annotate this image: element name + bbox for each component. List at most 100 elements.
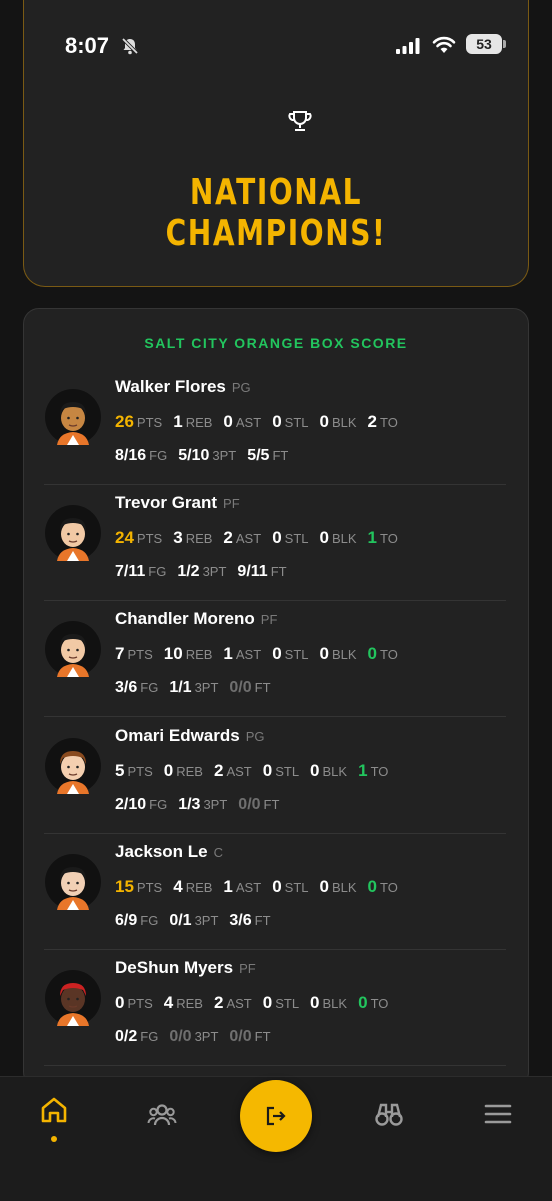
stat-reb: 1 REB: [173, 412, 212, 432]
stat-pts-label: PTS: [127, 764, 153, 779]
player-row[interactable]: Walker Flores PG 26 PTS 1 REB 0 AST 0 STL 0 BLK 2 TO 8…: [24, 369, 528, 485]
stat-pts-label: PTS: [136, 531, 163, 546]
shot-tpt: 1/2 3PT: [177, 563, 226, 581]
stat-to: 1 TO: [358, 761, 388, 781]
stat-stl-value: 0: [272, 644, 282, 663]
stat-stl-value: 0: [272, 412, 282, 431]
home-icon[interactable]: [39, 1095, 69, 1125]
stat-stl: 0 STL: [263, 993, 299, 1013]
stat-to-label: TO: [380, 647, 398, 662]
stat-ast-label: AST: [235, 880, 262, 895]
stat-to-value: 0: [367, 877, 378, 896]
player-row[interactable]: DeShun Myers PF 0 PTS 4 REB 2 AST 0 STL 0 BLK 0 TO 0/2…: [24, 950, 528, 1066]
stat-reb-value: 1: [173, 412, 183, 431]
stat-ast: 1 AST: [223, 644, 261, 664]
player-stats: 24 PTS 3 REB 2 AST 0 STL 0 BLK 1 TO: [115, 528, 409, 548]
shot-tpt-label: 3PT: [202, 564, 227, 579]
stat-stl: 0 STL: [272, 644, 308, 664]
team-icon[interactable]: [147, 1100, 177, 1130]
stat-ast: 2 AST: [214, 761, 252, 781]
menu-icon[interactable]: [483, 1099, 513, 1129]
player-stats: 5 PTS 0 REB 2 AST 0 STL 0 BLK 1 TO: [115, 761, 399, 781]
player-position: PF: [223, 496, 240, 511]
shot-fg-label: FG: [149, 448, 168, 463]
shot-fg-label: FG: [140, 913, 159, 928]
player-row[interactable]: Jackson Le C 15 PTS 4 REB 1 AST 0 STL 0 BLK 0 TO 6/9 FG…: [24, 834, 528, 950]
player-avatar: [45, 854, 101, 910]
stat-blk: 0 BLK: [320, 412, 357, 432]
shot-tpt-label: 3PT: [212, 448, 237, 463]
shot-ft: 0/0 FT: [238, 796, 279, 814]
stat-blk-label: BLK: [322, 996, 348, 1011]
stat-stl-value: 0: [262, 761, 273, 780]
player-row[interactable]: Chandler Moreno PF 7 PTS 10 REB 1 AST 0 STL 0 BLK 0 T…: [24, 601, 528, 717]
hero-card: 8:07 53 NATIONAL CHAMPIONS!: [23, 0, 529, 287]
player-avatar: [45, 505, 101, 561]
wifi-icon: [432, 36, 456, 53]
shot-fg: 3/6 FG: [115, 679, 158, 697]
shot-fg-label: FG: [140, 1029, 159, 1044]
stat-pts-value: 0: [115, 993, 125, 1012]
hero-title: NATIONAL CHAMPIONS!: [165, 172, 387, 254]
stat-pts: 7 PTS: [115, 644, 153, 664]
stat-ast-value: 1: [223, 877, 233, 896]
battery-tip: [503, 40, 506, 48]
stat-ast-label: AST: [235, 531, 262, 546]
exit-button[interactable]: [240, 1080, 312, 1152]
player-name-text: Walker Flores: [115, 377, 226, 396]
shot-fg: 8/16 FG: [115, 447, 167, 465]
active-indicator-dot: [51, 1136, 57, 1142]
player-row[interactable]: Omari Edwards PG 5 PTS 0 REB 2 AST 0 STL 0 BLK 1 TO 2/…: [24, 718, 528, 834]
stat-stl-label: STL: [284, 647, 309, 662]
stat-ast-value: 2: [223, 528, 233, 547]
shot-ft: 0/0 FT: [229, 1028, 270, 1046]
status-time: 8:07: [65, 33, 110, 58]
stat-reb: 4 REB: [173, 877, 212, 897]
stat-stl: 0 STL: [272, 412, 308, 432]
stat-ast: 2 AST: [223, 528, 261, 548]
shot-ft-value: 9/11: [237, 563, 268, 580]
stat-to-value: 0: [367, 644, 378, 663]
player-shooting: 6/9 FG 0/1 3PT 3/6 FT: [115, 912, 282, 930]
player-avatar: [45, 621, 101, 677]
stat-ast: 1 AST: [223, 877, 261, 897]
bell-muted-icon: [121, 37, 139, 55]
stat-reb-label: REB: [185, 880, 213, 895]
stat-reb-value: 10: [163, 644, 183, 663]
shot-fg-value: 3/6: [115, 679, 138, 696]
stat-ast-label: AST: [226, 996, 252, 1011]
shot-tpt-label: 3PT: [203, 797, 228, 812]
shot-ft-label: FT: [254, 913, 271, 928]
stat-pts-value: 5: [115, 761, 125, 780]
player-avatar: [45, 389, 101, 445]
stat-stl-value: 0: [272, 528, 282, 547]
shot-ft-label: FT: [263, 797, 280, 812]
player-name-text: Chandler Moreno: [115, 609, 255, 628]
shot-tpt-value: 0/0: [169, 1028, 192, 1045]
player-avatar: [45, 738, 101, 794]
stat-pts-value: 7: [115, 644, 125, 663]
stat-stl-label: STL: [284, 531, 309, 546]
player-row[interactable]: Trevor Grant PF 24 PTS 3 REB 2 AST 0 STL 0 BLK 1 TO 7/…: [24, 485, 528, 601]
binoculars-icon[interactable]: [374, 1100, 404, 1130]
stat-pts: 5 PTS: [115, 761, 153, 781]
row-divider: [44, 716, 506, 717]
stat-ast-value: 2: [213, 993, 224, 1012]
stat-ast-value: 1: [223, 644, 233, 663]
stat-ast: 2 AST: [214, 993, 252, 1013]
shot-fg: 2/10 FG: [115, 796, 167, 814]
stat-blk: 0 BLK: [320, 877, 357, 897]
player-name: Chandler Moreno PF: [115, 609, 277, 629]
shot-tpt-value: 1/3: [178, 796, 201, 813]
stat-stl-label: STL: [275, 996, 300, 1011]
player-name: DeShun Myers PF: [115, 958, 256, 978]
player-name: Omari Edwards PG: [115, 726, 265, 746]
stat-to: 0 TO: [368, 644, 398, 664]
shot-fg-label: FG: [148, 564, 167, 579]
bottom-nav: [0, 1076, 552, 1201]
stat-pts: 15 PTS: [115, 877, 162, 897]
shot-ft-value: 0/0: [238, 796, 261, 813]
stat-ast-label: AST: [235, 647, 262, 662]
shot-tpt: 0/1 3PT: [169, 912, 218, 930]
shot-fg-value: 7/11: [115, 563, 146, 580]
